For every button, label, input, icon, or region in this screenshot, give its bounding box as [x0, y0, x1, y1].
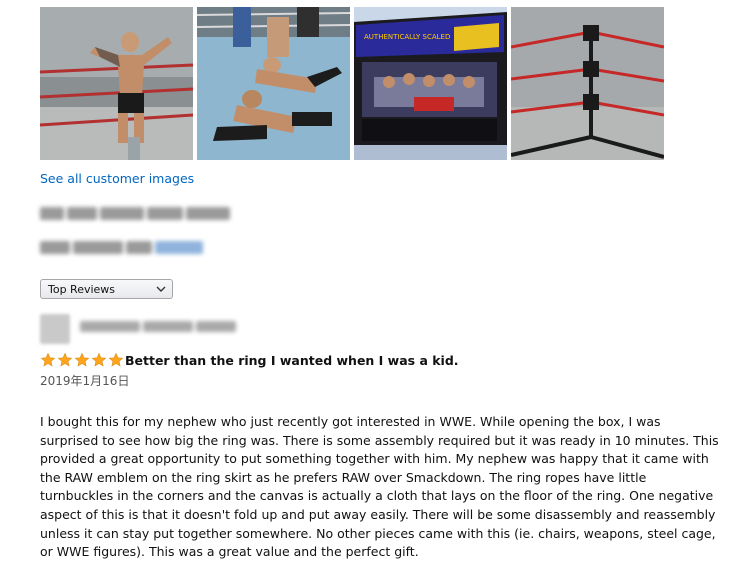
star-icon: [74, 352, 90, 367]
star-rating: [40, 352, 124, 368]
customer-images-strip: AUTHENTICALLY SCALED: [40, 7, 664, 160]
customer-image-4[interactable]: [511, 7, 664, 160]
star-icon: [108, 352, 124, 367]
redacted-reviewer-name: [80, 321, 236, 332]
reviewer-avatar: [40, 314, 70, 344]
sort-selected-label: Top Reviews: [48, 283, 116, 296]
sort-reviews-select[interactable]: Top Reviews: [40, 279, 173, 299]
redacted-rating-summary: [40, 207, 230, 220]
review-body-text: I bought this for my nephew who just rec…: [40, 414, 719, 560]
review-date: 2019年1月16日: [40, 374, 130, 388]
see-all-customer-images-link[interactable]: See all customer images: [40, 171, 194, 186]
customer-image-1[interactable]: [40, 7, 193, 160]
box-art-text: AUTHENTICALLY SCALED: [364, 33, 450, 41]
star-icon: [40, 352, 56, 367]
review-title-link[interactable]: Better than the ring I wanted when I was…: [125, 353, 459, 368]
star-icon: [91, 352, 107, 367]
star-icon: [57, 352, 73, 367]
chevron-down-icon: [156, 286, 166, 292]
redacted-review-count: [40, 241, 203, 254]
customer-image-3[interactable]: AUTHENTICALLY SCALED: [354, 7, 507, 160]
customer-image-2[interactable]: [197, 7, 350, 160]
